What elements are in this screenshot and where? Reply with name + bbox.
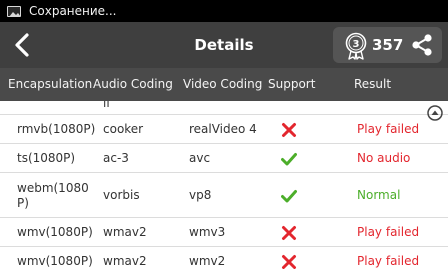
audio-coding-cell: ac-3 xyxy=(103,151,129,165)
video-coding-cell: wmv3 xyxy=(189,225,226,239)
column-header-result: Result xyxy=(354,77,392,91)
cross-icon xyxy=(282,254,296,269)
results-table[interactable]: ll rmvb(1080P) cooker realVideo 4 Play f… xyxy=(0,101,448,269)
cross-icon xyxy=(282,225,296,240)
result-cell: Normal xyxy=(357,188,401,202)
cross-icon xyxy=(282,122,296,137)
result-cell: Play failed xyxy=(357,122,420,136)
table-row[interactable]: rmvb(1080P) cooker realVideo 4 Play fail… xyxy=(0,116,448,144)
column-header-encapsulation: Encapsulation xyxy=(8,77,93,91)
score-value: 357 xyxy=(372,36,404,54)
image-notification-icon xyxy=(7,5,21,17)
encapsulation-cell: ts(1080P) xyxy=(17,151,76,165)
video-coding-cell: wmv2 xyxy=(189,254,226,268)
column-headers: Encapsulation Audio Coding Video Coding … xyxy=(0,68,448,101)
table-row[interactable]: webm(1080P) vorbis vp8 Normal xyxy=(0,174,448,218)
video-coding-cell: vp8 xyxy=(189,188,212,202)
audio-coding-cell: cooker xyxy=(103,122,144,136)
check-icon xyxy=(281,152,297,165)
table-row[interactable]: ts(1080P) ac-3 avc No audio xyxy=(0,145,448,173)
table-row[interactable]: wmv(1080P) wmav2 wmv2 Play failed xyxy=(0,248,448,269)
table-row[interactable]: wmv(1080P) wmav2 wmv3 Play failed xyxy=(0,219,448,247)
support-cell xyxy=(278,174,300,217)
support-cell xyxy=(278,116,300,143)
encapsulation-cell: rmvb(1080P) xyxy=(17,122,96,136)
video-coding-cell: realVideo 4 xyxy=(189,122,257,136)
check-icon xyxy=(281,189,297,202)
column-header-audio-coding: Audio Coding xyxy=(93,77,173,91)
encapsulation-cell: wmv(1080P) xyxy=(17,254,93,268)
status-message: Сохранение... xyxy=(29,4,117,18)
app-header: Details 3 357 xyxy=(0,22,448,68)
column-header-video-coding: Video Coding xyxy=(183,77,263,91)
medal-icon: 3 xyxy=(345,32,367,60)
svg-text:3: 3 xyxy=(353,39,360,50)
encapsulation-cell: webm(1080P) xyxy=(17,180,89,210)
audio-coding-cell: wmav2 xyxy=(103,254,147,268)
support-cell xyxy=(278,145,300,172)
audio-coding-cell: vorbis xyxy=(103,188,140,202)
result-cell: Play failed xyxy=(357,254,420,268)
audio-coding-cell: wmav2 xyxy=(103,225,147,239)
encapsulation-cell: wmv(1080P) xyxy=(17,225,93,239)
video-coding-cell: avc xyxy=(189,151,211,165)
column-header-support: Support xyxy=(268,77,316,91)
back-arrow-icon[interactable] xyxy=(10,32,36,58)
support-cell xyxy=(278,248,300,269)
result-cell: Play failed xyxy=(357,225,420,239)
support-cell xyxy=(278,219,300,246)
share-icon[interactable] xyxy=(410,34,434,56)
score-button[interactable]: 3 357 xyxy=(333,27,442,63)
partial-audio-text: ll xyxy=(103,101,110,110)
status-bar: Сохранение... xyxy=(0,0,448,22)
table-row-partial: ll xyxy=(0,101,448,115)
result-cell: No audio xyxy=(357,151,411,165)
